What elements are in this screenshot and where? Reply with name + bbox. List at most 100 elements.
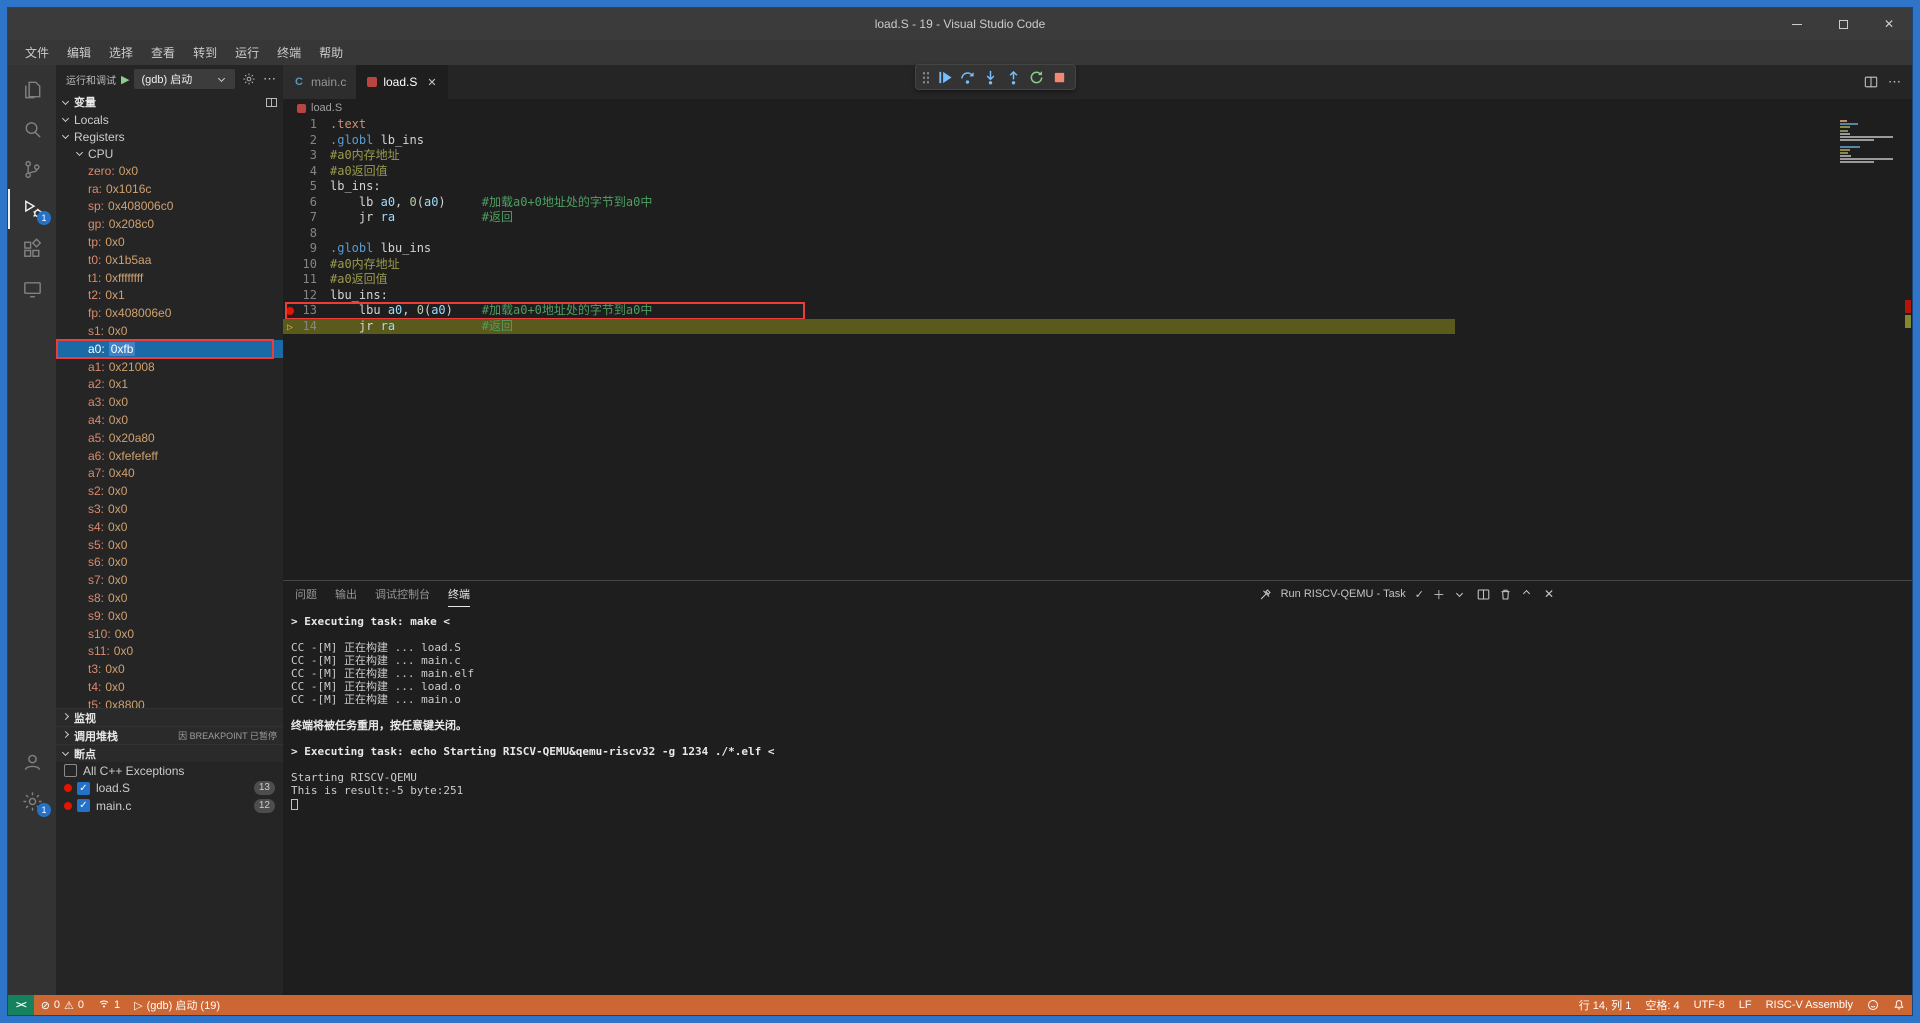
menu-item-5[interactable]: 运行 bbox=[226, 40, 268, 65]
minimize-button[interactable] bbox=[1774, 8, 1820, 40]
code-line-9[interactable]: 9.globl lbu_ins bbox=[283, 241, 1912, 257]
breakpoint-row-0[interactable]: All C++ Exceptions bbox=[56, 762, 283, 780]
sidebar-item-run-debug[interactable]: 1 bbox=[8, 189, 56, 229]
code-line-6[interactable]: 6 lb a0, 0(a0) #加载a0+0地址处的字节到a0中 bbox=[283, 195, 1912, 211]
register-row-a1[interactable]: a1:0x21008 bbox=[56, 358, 283, 376]
variables-tree-item[interactable]: CPU bbox=[56, 145, 283, 162]
kill-terminal-icon[interactable] bbox=[1499, 588, 1512, 601]
breakpoint-row-1[interactable]: ✓load.S13 bbox=[56, 780, 283, 798]
code-editor[interactable]: 1.text2.globl lb_ins3#a0内存地址4#a0返回值5lb_i… bbox=[283, 117, 1912, 580]
menu-item-7[interactable]: 帮助 bbox=[310, 40, 352, 65]
register-row-ra[interactable]: ra:0x1016c bbox=[56, 180, 283, 198]
register-row-zero[interactable]: zero:0x0 bbox=[56, 162, 283, 180]
gutter[interactable] bbox=[283, 210, 297, 226]
variables-tree-item[interactable]: Locals bbox=[56, 111, 283, 128]
terminal-task-label[interactable]: Run RISCV-QEMU - Task bbox=[1281, 588, 1406, 600]
register-row-s11[interactable]: s11:0x0 bbox=[56, 643, 283, 661]
register-row-gp[interactable]: gp:0x208c0 bbox=[56, 215, 283, 233]
notifications-button[interactable] bbox=[1886, 995, 1912, 1015]
new-terminal-button[interactable]: ＋ bbox=[1433, 586, 1445, 603]
register-row-a6[interactable]: a6:0xfefefeff bbox=[56, 447, 283, 465]
menu-item-0[interactable]: 文件 bbox=[16, 40, 58, 65]
continue-button[interactable] bbox=[934, 67, 955, 88]
register-row-s6[interactable]: s6:0x0 bbox=[56, 554, 283, 572]
code-line-3[interactable]: 3#a0内存地址 bbox=[283, 148, 1912, 164]
debug-gear-icon[interactable] bbox=[240, 70, 258, 88]
watch-section-header[interactable]: 监视 bbox=[56, 708, 283, 726]
register-row-fp[interactable]: fp:0x408006e0 bbox=[56, 304, 283, 322]
code-line-8[interactable]: 8 bbox=[283, 226, 1912, 242]
menu-item-1[interactable]: 编辑 bbox=[58, 40, 100, 65]
gutter[interactable] bbox=[283, 241, 297, 257]
editor-more-actions-icon[interactable]: ⋯ bbox=[1888, 74, 1902, 90]
breakpoint-gutter[interactable] bbox=[283, 303, 297, 319]
code-line-4[interactable]: 4#a0返回值 bbox=[283, 164, 1912, 180]
register-row-s5[interactable]: s5:0x0 bbox=[56, 536, 283, 554]
gutter[interactable] bbox=[283, 164, 297, 180]
terminal-cursor[interactable] bbox=[291, 799, 298, 810]
register-row-a0[interactable]: a0:0xfb bbox=[56, 340, 283, 358]
callstack-section-header[interactable]: 调用堆栈 因 BREAKPOINT 已暂停 bbox=[56, 726, 283, 744]
code-line-12[interactable]: 12lbu_ins: bbox=[283, 288, 1912, 304]
menu-item-4[interactable]: 转到 bbox=[184, 40, 226, 65]
panel-tab-2[interactable]: 调试控制台 bbox=[375, 581, 430, 607]
language-mode[interactable]: RISC-V Assembly bbox=[1759, 995, 1860, 1015]
code-line-11[interactable]: 11#a0返回值 bbox=[283, 272, 1912, 288]
code-line-5[interactable]: 5lb_ins: bbox=[283, 179, 1912, 195]
minimap[interactable] bbox=[1840, 120, 1898, 165]
panel-tab-3[interactable]: 终端 bbox=[448, 581, 470, 607]
terminal[interactable]: > Executing task: make < CC -[M] 正在构建 ..… bbox=[283, 607, 1912, 995]
register-row-s1[interactable]: s1:0x0 bbox=[56, 322, 283, 340]
register-row-a2[interactable]: a2:0x1 bbox=[56, 376, 283, 394]
ports-indicator[interactable]: 1 bbox=[91, 995, 127, 1015]
register-row-t5[interactable]: t5:0x8800 bbox=[56, 696, 283, 708]
register-row-sp[interactable]: sp:0x408006c0 bbox=[56, 198, 283, 216]
close-panel-icon[interactable]: ✕ bbox=[1544, 587, 1554, 601]
breakpoints-section-header[interactable]: 断点 bbox=[56, 744, 283, 762]
encoding[interactable]: UTF-8 bbox=[1687, 995, 1732, 1015]
accounts-button[interactable] bbox=[8, 741, 56, 781]
gutter[interactable] bbox=[283, 272, 297, 288]
register-row-s8[interactable]: s8:0x0 bbox=[56, 589, 283, 607]
gutter[interactable] bbox=[283, 117, 297, 133]
step-out-button[interactable] bbox=[1003, 67, 1024, 88]
register-row-t1[interactable]: t1:0xffffffff bbox=[56, 269, 283, 287]
code-line-7[interactable]: 7 jr ra #返回 bbox=[283, 210, 1912, 226]
code-line-2[interactable]: 2.globl lb_ins bbox=[283, 133, 1912, 149]
stop-button[interactable] bbox=[1049, 67, 1070, 88]
more-actions-icon[interactable]: ⋯ bbox=[263, 71, 277, 87]
variables-section-header[interactable]: 变量 bbox=[56, 93, 283, 111]
panel-tab-1[interactable]: 输出 bbox=[335, 581, 357, 607]
debug-console-panel-icon[interactable] bbox=[266, 98, 277, 107]
register-row-t4[interactable]: t4:0x0 bbox=[56, 678, 283, 696]
register-row-s2[interactable]: s2:0x0 bbox=[56, 482, 283, 500]
breakpoint-row-2[interactable]: ✓main.c12 bbox=[56, 797, 283, 815]
gutter[interactable] bbox=[283, 257, 297, 273]
sidebar-item-search[interactable] bbox=[8, 109, 56, 149]
drag-handle-icon[interactable] bbox=[921, 70, 929, 84]
code-line-13[interactable]: 13 lbu a0, 0(a0) #加载a0+0地址处的字节到a0中 bbox=[283, 303, 1912, 319]
menu-item-2[interactable]: 选择 bbox=[100, 40, 142, 65]
step-over-button[interactable] bbox=[957, 67, 978, 88]
register-row-tp[interactable]: tp:0x0 bbox=[56, 233, 283, 251]
register-row-t3[interactable]: t3:0x0 bbox=[56, 660, 283, 678]
breakpoint-checkbox[interactable]: ✓ bbox=[77, 799, 90, 812]
sidebar-item-explorer[interactable] bbox=[8, 69, 56, 109]
problems-indicator[interactable]: ⊘0 ⚠0 bbox=[34, 995, 91, 1015]
gutter[interactable] bbox=[283, 179, 297, 195]
register-row-a3[interactable]: a3:0x0 bbox=[56, 393, 283, 411]
maximize-panel-icon[interactable] bbox=[1523, 589, 1530, 596]
launch-config-select[interactable]: (gdb) 启动 bbox=[134, 69, 235, 89]
cursor-position[interactable]: 行 14, 列 1 bbox=[1572, 995, 1639, 1015]
register-row-s9[interactable]: s9:0x0 bbox=[56, 607, 283, 625]
breakpoint-checkbox[interactable] bbox=[64, 764, 77, 777]
menu-item-6[interactable]: 终端 bbox=[268, 40, 310, 65]
register-row-s7[interactable]: s7:0x0 bbox=[56, 571, 283, 589]
gutter[interactable] bbox=[283, 148, 297, 164]
indentation[interactable]: 空格: 4 bbox=[1638, 995, 1686, 1015]
register-row-s4[interactable]: s4:0x0 bbox=[56, 518, 283, 536]
gutter[interactable] bbox=[283, 133, 297, 149]
start-debug-icon[interactable]: ▶ bbox=[121, 73, 129, 86]
menu-item-3[interactable]: 查看 bbox=[142, 40, 184, 65]
breakpoint-checkbox[interactable]: ✓ bbox=[77, 782, 90, 795]
